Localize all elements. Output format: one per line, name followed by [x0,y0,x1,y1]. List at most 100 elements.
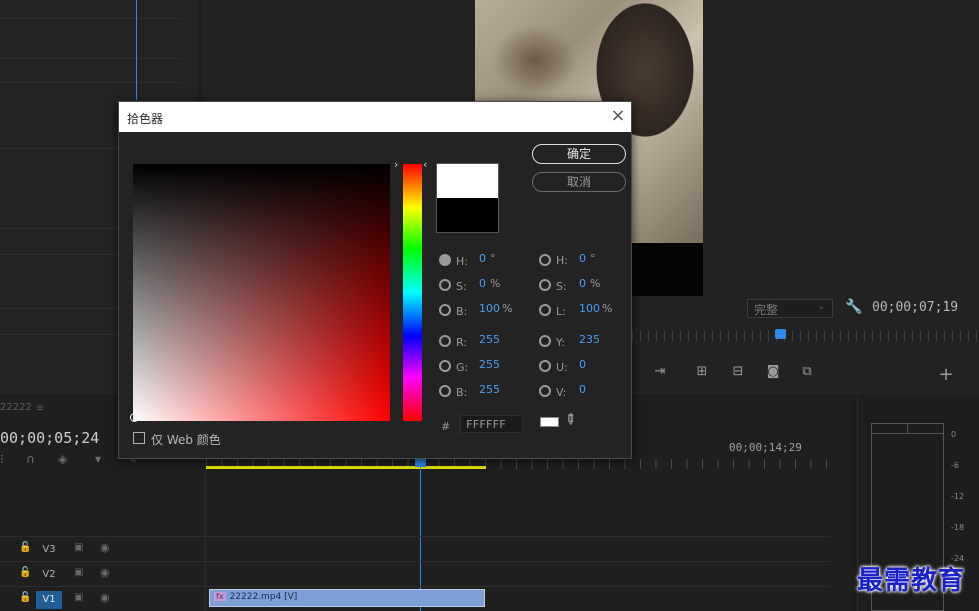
clip-label: 22222.mp4 [V] [229,592,298,602]
web-colors-label: 仅 Web 颜色 [151,433,221,447]
hsb-h-value[interactable]: 0 [479,252,486,265]
program-playhead[interactable] [775,329,786,339]
snap-icon[interactable]: ⁝ [0,452,4,466]
hue-slider[interactable] [403,164,422,421]
track-header-v1: 🔓 V1 ▣ ◉ [0,587,205,611]
work-area-bar[interactable] [206,466,486,469]
cancel-button[interactable]: 取消 [532,172,626,192]
field-label: H: [556,254,568,267]
extract-icon[interactable]: ⊟ [727,364,749,382]
sync-lock-icon[interactable]: ▣ [74,592,83,603]
hsl-l-value[interactable]: 100 [579,302,600,315]
lock-icon[interactable]: 🔓 [19,567,31,578]
hex-label: # [441,420,451,433]
color-cursor[interactable] [130,413,139,422]
chevron-down-icon: ⌄ [817,301,826,312]
camera-icon[interactable]: ◙ [762,364,784,382]
watermark-logo: 最需教育 [857,566,966,596]
hue-arrow-right-icon: ‹ [423,158,428,171]
close-icon[interactable]: × [608,106,628,126]
meter-label: -18 [951,523,965,532]
field-label: S: [456,280,467,293]
meter-label: -12 [951,492,965,501]
fx-badge: fx [214,592,226,601]
track-header-v3: 🔓 V3 ▣ ◉ [0,537,205,561]
yuv-u-value[interactable]: 0 [579,358,586,371]
rgb-g-value[interactable]: 255 [479,358,500,371]
eye-icon[interactable]: ◉ [100,566,110,579]
field-label: V: [556,386,567,399]
field-label: H: [456,255,468,268]
meter-label: -6 [951,461,959,470]
meter-label: 0 [951,430,957,439]
track-header-v2: 🔓 V2 ▣ ◉ [0,562,205,586]
radio-hsl-l[interactable] [539,304,551,316]
wrench-icon[interactable]: 🔧 [845,299,862,315]
ruler-timecode: 00;00;14;29 [729,441,802,454]
yuv-y-value[interactable]: 235 [579,333,600,346]
lock-icon[interactable]: 🔓 [19,592,31,603]
hsl-h-value[interactable]: 0 [579,252,586,265]
field-label: G: [456,361,469,374]
color-picker-dialog: 拾色器 × › ‹ 仅 Web 颜色 确定 取消 H: 0 ° S: 0 % B… [118,101,632,459]
radio-yuv-u[interactable] [539,360,551,372]
lift-icon[interactable]: ⊞ [691,364,713,382]
web-colors-checkbox[interactable] [133,432,145,444]
radio-yuv-v[interactable] [539,385,551,397]
compare-view-icon[interactable]: ⧉ [796,364,818,382]
radio-hsl-s[interactable] [539,279,551,291]
new-color-swatch [437,164,498,198]
ok-button[interactable]: 确定 [532,144,626,164]
radio-hsb-h[interactable] [439,254,451,266]
sequence-timecode[interactable]: 00;00;05;24 [0,429,99,447]
hex-color-swatch [540,417,559,427]
field-label: U: [556,361,568,374]
source-playhead-line [136,0,137,100]
field-label: Y: [556,336,565,349]
sequence-tab[interactable]: 22222 [0,402,32,413]
eyedropper-icon[interactable]: ✎ [560,410,580,430]
video-clip[interactable]: fx 22222.mp4 [V] [209,589,485,607]
hue-arrow-left-icon: › [394,158,399,171]
radio-rgb-b[interactable] [439,385,451,397]
sync-lock-icon[interactable]: ▣ [74,542,83,553]
hsb-s-value[interactable]: 0 [479,277,486,290]
step-forward-icon[interactable]: ⇥ [649,364,671,382]
add-button-icon[interactable]: + [937,364,955,385]
hsl-s-value[interactable]: 0 [579,277,586,290]
rgb-r-value[interactable]: 255 [479,333,500,346]
program-timecode[interactable]: 00;00;07;19 [872,300,958,315]
program-ruler[interactable] [632,330,977,342]
hex-input[interactable]: FFFFFF [460,415,523,433]
track-name[interactable]: V1 [36,591,62,609]
radio-rgb-r[interactable] [439,335,451,347]
linked-selection-icon[interactable]: ◈ [58,452,67,466]
radio-hsb-b[interactable] [439,304,451,316]
eye-icon[interactable]: ◉ [100,541,110,554]
track-header-divider [205,469,206,611]
yuv-v-value[interactable]: 0 [579,383,586,396]
hsb-b-value[interactable]: 100 [479,302,500,315]
field-label: B: [456,305,468,318]
radio-yuv-y[interactable] [539,335,551,347]
menu-icon[interactable]: ≡ [36,403,44,414]
magnet-icon[interactable]: ∩ [26,452,35,466]
dialog-titlebar[interactable]: 拾色器 × [119,102,631,132]
field-label: S: [556,280,567,293]
radio-hsl-h[interactable] [539,254,551,266]
lock-icon[interactable]: 🔓 [19,542,31,553]
marker-icon[interactable]: ▾ [95,452,101,466]
track-name[interactable]: V3 [36,541,62,559]
saturation-brightness-field[interactable] [133,164,390,421]
eye-icon[interactable]: ◉ [100,591,110,604]
track-name[interactable]: V2 [36,566,62,584]
radio-hsb-s[interactable] [439,279,451,291]
rgb-b-value[interactable]: 255 [479,383,500,396]
field-label: L: [556,305,566,318]
field-label: B: [456,386,468,399]
dialog-title: 拾色器 [127,112,164,126]
field-label: R: [456,336,468,349]
original-color-swatch[interactable] [437,198,498,232]
radio-rgb-g[interactable] [439,360,451,372]
sync-lock-icon[interactable]: ▣ [74,567,83,578]
